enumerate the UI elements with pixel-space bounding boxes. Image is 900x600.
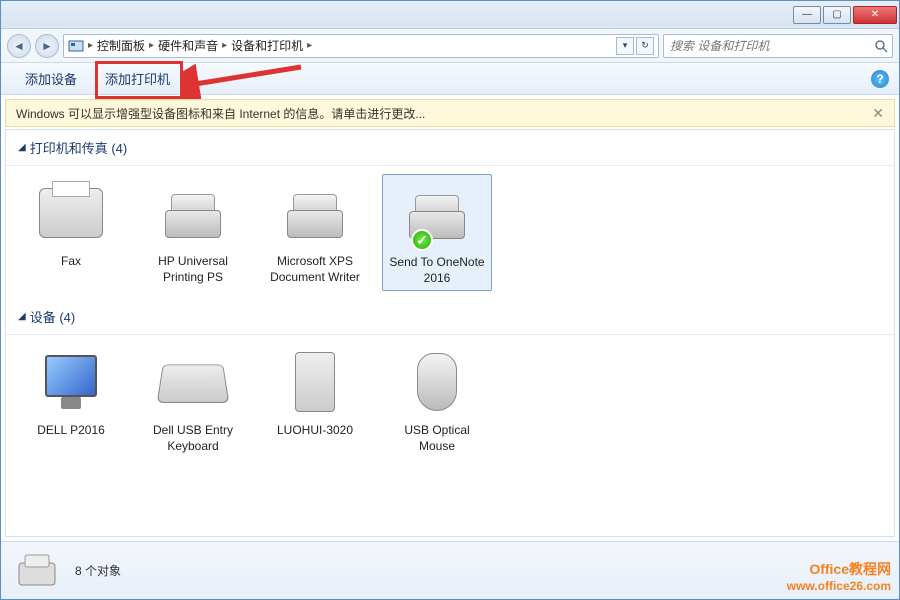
device-item-onenote[interactable]: ✓ Send To OneNote 2016 bbox=[382, 174, 492, 291]
device-item-mouse[interactable]: USB Optical Mouse bbox=[382, 343, 492, 458]
device-item-computer[interactable]: LUOHUI-3020 bbox=[260, 343, 370, 458]
maximize-button[interactable]: ▢ bbox=[823, 6, 851, 24]
titlebar: — ▢ ✕ bbox=[1, 1, 899, 29]
device-label: HP Universal Printing PS bbox=[142, 254, 244, 285]
device-label: Microsoft XPS Document Writer bbox=[264, 254, 366, 285]
device-item-hp-printer[interactable]: HP Universal Printing PS bbox=[138, 174, 248, 291]
status-thumb-icon bbox=[15, 551, 63, 591]
printer-icon bbox=[153, 178, 233, 248]
add-device-button[interactable]: 添加设备 bbox=[11, 63, 91, 94]
explorer-window: — ▢ ✕ ◄ ► ▸ 控制面板 ▸ 硬件和声音 ▸ 设备和打印机 ▸ ▾ ↻ bbox=[0, 0, 900, 600]
collapse-icon: ◢ bbox=[18, 142, 26, 153]
search-box[interactable] bbox=[663, 34, 893, 58]
search-icon bbox=[874, 39, 888, 53]
device-item-monitor[interactable]: DELL P2016 bbox=[16, 343, 126, 458]
breadcrumb-item[interactable]: 控制面板 bbox=[93, 37, 149, 54]
device-label: DELL P2016 bbox=[20, 423, 122, 439]
add-printer-button[interactable]: 添加打印机 bbox=[91, 63, 184, 94]
back-button[interactable]: ◄ bbox=[7, 34, 31, 58]
minimize-button[interactable]: — bbox=[793, 6, 821, 24]
close-button[interactable]: ✕ bbox=[853, 6, 897, 24]
info-bar-text: Windows 可以显示增强型设备图标和来自 Internet 的信息。请单击进… bbox=[16, 105, 425, 122]
device-label: LUOHUI-3020 bbox=[264, 423, 366, 439]
group-title: 打印机和传真 (4) bbox=[30, 138, 128, 157]
help-icon[interactable]: ? bbox=[871, 70, 889, 88]
fax-icon bbox=[31, 178, 111, 248]
info-bar-close-button[interactable]: ✕ bbox=[872, 105, 884, 122]
device-label: Send To OneNote 2016 bbox=[387, 255, 487, 286]
breadcrumb-item[interactable]: 硬件和声音 bbox=[154, 37, 222, 54]
nav-bar: ◄ ► ▸ 控制面板 ▸ 硬件和声音 ▸ 设备和打印机 ▸ ▾ ↻ bbox=[1, 29, 899, 63]
group-title: 设备 (4) bbox=[30, 307, 76, 326]
computer-icon bbox=[275, 347, 355, 417]
search-input[interactable] bbox=[668, 38, 874, 54]
status-count: 8 个对象 bbox=[75, 562, 121, 579]
refresh-button[interactable]: ↻ bbox=[636, 37, 654, 55]
status-bar: 8 个对象 bbox=[1, 541, 899, 599]
breadcrumb-sep-icon: ▸ bbox=[307, 40, 312, 51]
address-bar[interactable]: ▸ 控制面板 ▸ 硬件和声音 ▸ 设备和打印机 ▸ ▾ ↻ bbox=[63, 34, 659, 58]
default-check-icon: ✓ bbox=[411, 229, 433, 251]
collapse-icon: ◢ bbox=[18, 311, 26, 322]
printers-grid: Fax HP Universal Printing PS Microsoft X… bbox=[6, 166, 894, 299]
printer-icon: ✓ bbox=[397, 179, 477, 249]
watermark: Office教程网 www.office26.com bbox=[787, 559, 891, 593]
control-panel-icon bbox=[68, 38, 84, 54]
forward-button[interactable]: ► bbox=[35, 34, 59, 58]
address-dropdown-button[interactable]: ▾ bbox=[616, 37, 634, 55]
breadcrumb-item[interactable]: 设备和打印机 bbox=[227, 37, 307, 54]
content-area: ◢ 打印机和传真 (4) Fax HP Universal Printing P… bbox=[5, 129, 895, 537]
device-item-keyboard[interactable]: Dell USB Entry Keyboard bbox=[138, 343, 248, 458]
device-item-xps-writer[interactable]: Microsoft XPS Document Writer bbox=[260, 174, 370, 291]
mouse-icon bbox=[397, 347, 477, 417]
monitor-icon bbox=[31, 347, 111, 417]
group-header-printers[interactable]: ◢ 打印机和传真 (4) bbox=[6, 130, 894, 166]
printer-icon bbox=[275, 178, 355, 248]
watermark-url: www.office26.com bbox=[787, 579, 891, 593]
device-item-fax[interactable]: Fax bbox=[16, 174, 126, 291]
device-label: USB Optical Mouse bbox=[386, 423, 488, 454]
watermark-title: Office教程网 bbox=[787, 559, 891, 579]
info-bar[interactable]: Windows 可以显示增强型设备图标和来自 Internet 的信息。请单击进… bbox=[5, 99, 895, 127]
devices-grid: DELL P2016 Dell USB Entry Keyboard LUOHU… bbox=[6, 335, 894, 466]
device-label: Fax bbox=[20, 254, 122, 270]
group-header-devices[interactable]: ◢ 设备 (4) bbox=[6, 299, 894, 335]
keyboard-icon bbox=[153, 347, 233, 417]
device-label: Dell USB Entry Keyboard bbox=[142, 423, 244, 454]
toolbar: 添加设备 添加打印机 ? bbox=[1, 63, 899, 95]
